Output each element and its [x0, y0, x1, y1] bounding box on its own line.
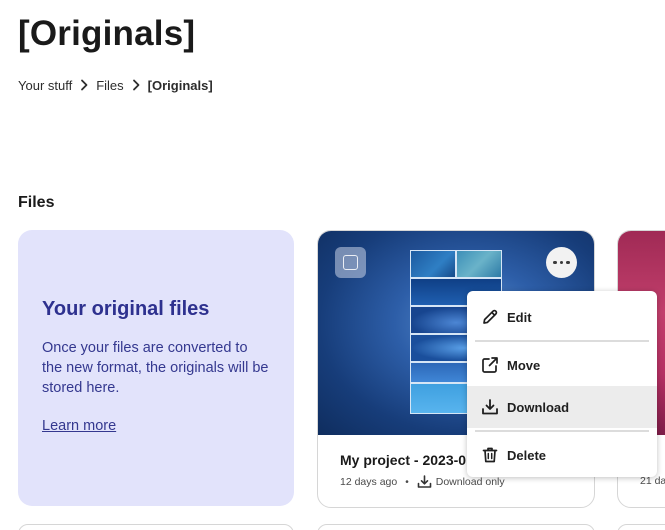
meta-separator: • — [405, 476, 409, 488]
menu-item-label: Download — [507, 399, 570, 415]
menu-item-download[interactable]: Download — [467, 386, 657, 428]
menu-item-move[interactable]: Move — [467, 344, 657, 386]
menu-divider — [475, 430, 649, 432]
info-card-description: Once your files are converted to the new… — [42, 340, 269, 396]
download-icon — [482, 399, 498, 415]
breadcrumb-files[interactable]: Files — [96, 78, 123, 93]
bottom-row-card[interactable] — [18, 524, 294, 530]
menu-item-edit[interactable]: Edit — [467, 296, 657, 338]
section-title: Files — [18, 194, 55, 211]
download-icon — [417, 475, 432, 488]
bottom-row-card[interactable] — [317, 524, 595, 530]
menu-item-delete[interactable]: Delete — [467, 434, 657, 476]
chevron-right-icon — [124, 77, 148, 93]
bottom-row-card[interactable] — [617, 524, 665, 530]
pencil-icon — [483, 309, 498, 324]
move-icon — [482, 357, 498, 373]
select-checkbox[interactable] — [335, 247, 366, 278]
info-card: Your original files Once your files are … — [18, 230, 294, 506]
context-menu: Edit Move Download Delete — [467, 291, 657, 477]
learn-more-link[interactable]: Learn more — [42, 418, 116, 434]
menu-item-label: Move — [507, 357, 541, 373]
breadcrumb-current: [Originals] — [147, 77, 213, 93]
breadcrumb-your-stuff[interactable]: Your stuff — [18, 78, 72, 93]
info-card-heading: Your original files — [42, 298, 210, 320]
page-title: [Originals] — [18, 14, 196, 53]
menu-item-label: Edit — [507, 309, 532, 325]
project-status: Download only — [435, 476, 505, 488]
project-meta: 12 days ago • Download only — [340, 475, 505, 489]
breadcrumb: Your stuff Files [Originals] — [18, 77, 213, 93]
trash-icon — [482, 447, 498, 463]
project-age: 12 days ago — [340, 476, 398, 488]
menu-divider — [475, 340, 649, 342]
more-options-button[interactable] — [546, 247, 577, 278]
menu-item-label: Delete — [507, 447, 547, 463]
project-title[interactable]: My project - 2023-0 — [340, 452, 466, 468]
chevron-right-icon — [72, 77, 96, 93]
